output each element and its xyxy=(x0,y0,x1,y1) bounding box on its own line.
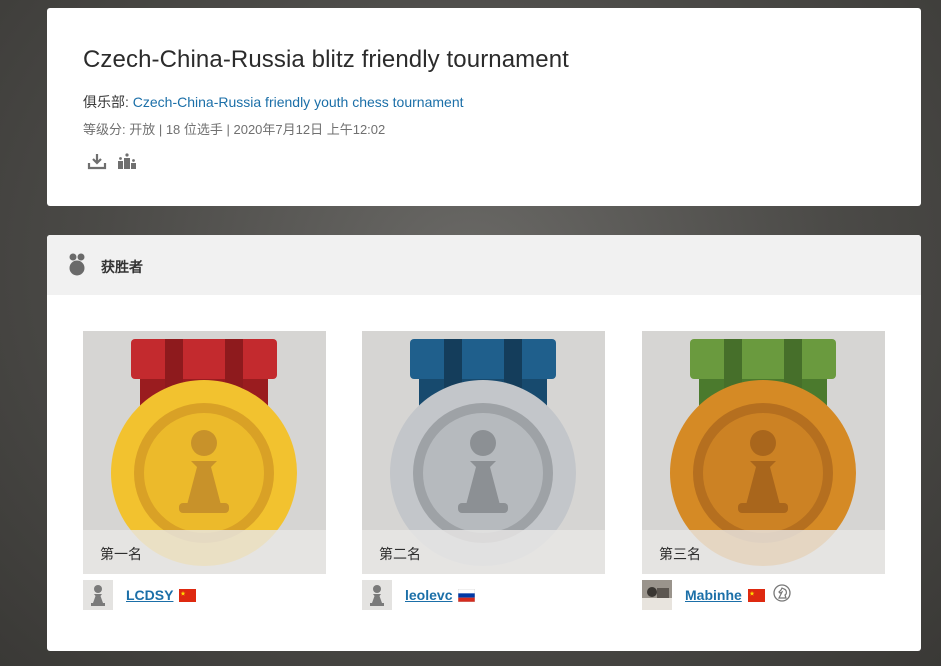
winner-third[interactable]: 第三名 Mabinhe xyxy=(642,331,885,610)
winner-second[interactable]: 第二名 leolevc xyxy=(362,331,605,610)
tournament-meta: 等级分: 开放 | 18 位选手 | 2020年7月12日 上午12:02 xyxy=(83,122,386,137)
tournament-actions xyxy=(87,152,137,170)
winner-player-row: leolevc xyxy=(362,580,476,610)
download-icon[interactable] xyxy=(87,152,107,170)
knight-icon[interactable] xyxy=(773,583,791,607)
winner-first[interactable]: 第一名 LCDSY xyxy=(83,331,326,610)
pawn-avatar[interactable] xyxy=(83,580,113,610)
russia-flag-icon xyxy=(458,588,476,602)
winner-player-row: LCDSY xyxy=(83,580,197,610)
place-band: 第二名 xyxy=(362,530,605,574)
winners-header: 获胜者 xyxy=(47,235,921,295)
pawn-avatar[interactable] xyxy=(362,580,392,610)
place-band: 第一名 xyxy=(83,530,326,574)
podium-chart-icon[interactable] xyxy=(117,152,137,170)
player-name-link[interactable]: leolevc xyxy=(405,587,452,603)
tournament-header-card: Czech-China-Russia blitz friendly tourna… xyxy=(47,8,921,206)
winners-card: 获胜者 第一名 LCDSY 第二名 leolevc 第三名 Mabinhe xyxy=(47,235,921,651)
place-label: 第二名 xyxy=(379,546,421,562)
place-label: 第一名 xyxy=(100,546,142,562)
china-flag-icon xyxy=(747,588,765,602)
player-name-link[interactable]: Mabinhe xyxy=(685,587,742,603)
club-line: 俱乐部: Czech-China-Russia friendly youth c… xyxy=(83,92,464,112)
bronze-medal-tile[interactable]: 第三名 xyxy=(642,331,885,574)
photo-avatar[interactable] xyxy=(642,580,672,610)
tournament-title: Czech-China-Russia blitz friendly tourna… xyxy=(83,46,569,73)
silver-medal-tile[interactable]: 第二名 xyxy=(362,331,605,574)
gold-medal-tile[interactable]: 第一名 xyxy=(83,331,326,574)
club-link[interactable]: Czech-China-Russia friendly youth chess … xyxy=(133,94,464,110)
player-name-link[interactable]: LCDSY xyxy=(126,587,173,603)
winners-heading: 获胜者 xyxy=(101,259,143,275)
china-flag-icon xyxy=(179,588,197,602)
medal-icon xyxy=(68,253,86,282)
place-band: 第三名 xyxy=(642,530,885,574)
club-label: 俱乐部: xyxy=(83,94,133,110)
place-label: 第三名 xyxy=(659,546,701,562)
winner-player-row: Mabinhe xyxy=(642,580,791,610)
